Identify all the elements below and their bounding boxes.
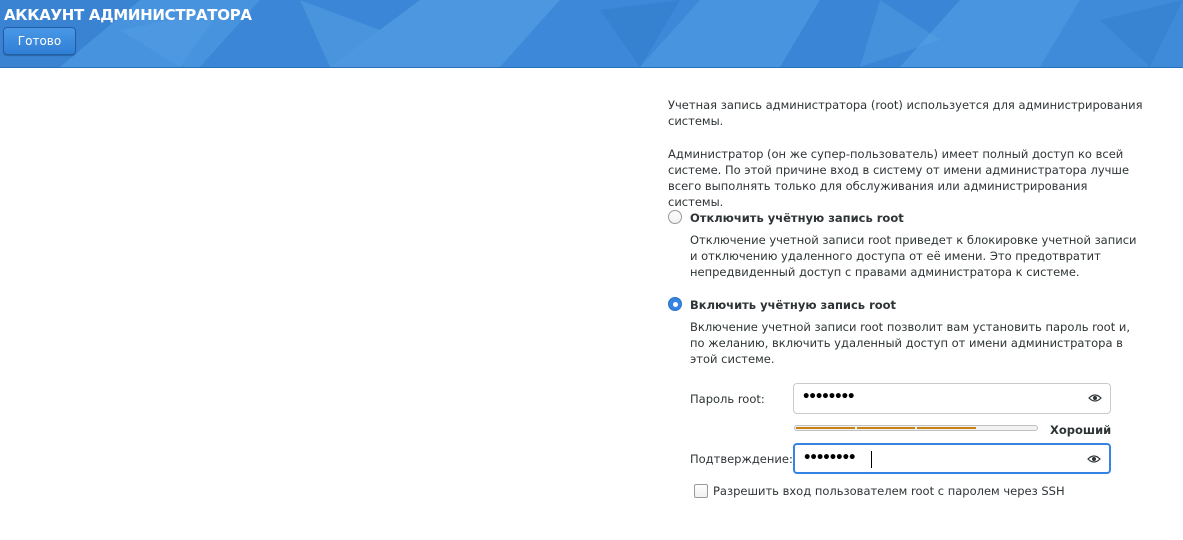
allow-ssh-root-checkbox[interactable] bbox=[694, 484, 708, 498]
disable-root-label[interactable]: Отключить учётную запись root bbox=[690, 211, 904, 225]
intro-paragraph-2: Администратор (он же супер-пользователь)… bbox=[668, 147, 1130, 209]
confirm-password-input[interactable]: •••••••• bbox=[793, 443, 1111, 474]
password-strength-bar bbox=[794, 425, 1038, 431]
enable-root-label[interactable]: Включить учётную запись root bbox=[690, 298, 896, 312]
password-strength-segment bbox=[796, 427, 855, 429]
password-strength-segment bbox=[917, 427, 976, 429]
root-password-label: Пароль root: bbox=[690, 392, 765, 406]
done-button[interactable]: Готово bbox=[3, 27, 76, 55]
header-bar: АККАУНТ АДМИНИСТРАТОРА Готово bbox=[0, 0, 1183, 68]
confirm-password-label: Подтверждение: bbox=[690, 452, 793, 466]
confirm-password-value: •••••••• bbox=[803, 450, 856, 466]
root-password-input[interactable]: •••••••• bbox=[793, 383, 1111, 414]
eye-icon[interactable] bbox=[1087, 454, 1101, 464]
disable-root-description: Отключение учетной записи root приведет … bbox=[690, 233, 1137, 279]
intro-paragraph-1: Учетная запись администратора (root) исп… bbox=[668, 98, 1143, 128]
eye-icon[interactable] bbox=[1088, 393, 1102, 403]
enable-root-description: Включение учетной записи root позволит в… bbox=[690, 320, 1130, 366]
root-password-value: •••••••• bbox=[802, 389, 855, 405]
enable-root-radio[interactable] bbox=[668, 297, 682, 311]
disable-root-radio[interactable] bbox=[668, 210, 682, 224]
password-strength-label: Хороший bbox=[1050, 423, 1112, 437]
text-cursor bbox=[871, 451, 872, 468]
allow-ssh-root-label[interactable]: Разрешить вход пользователем root с паро… bbox=[713, 484, 1065, 498]
password-strength-segment bbox=[856, 427, 915, 429]
page-title: АККАУНТ АДМИНИСТРАТОРА bbox=[4, 6, 252, 24]
